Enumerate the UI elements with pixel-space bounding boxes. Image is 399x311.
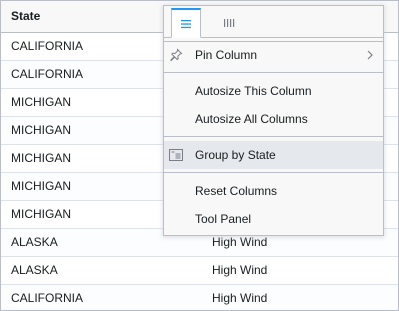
cell-state[interactable]: MICHIGAN	[11, 89, 71, 116]
column-menu-list: Pin Column Autosize This Column Autosize…	[164, 38, 383, 233]
menu-separator	[164, 69, 383, 77]
menu-item-reset-columns[interactable]: Reset Columns	[164, 177, 383, 205]
chevron-right-icon	[367, 50, 373, 60]
menu-item-label: Tool Panel	[195, 212, 252, 226]
cell-state[interactable]: MICHIGAN	[11, 201, 71, 228]
menu-item-tool-panel[interactable]: Tool Panel	[164, 205, 383, 233]
cell-state[interactable]: CALIFORNIA	[11, 61, 83, 88]
menu-item-label: Autosize All Columns	[195, 112, 308, 126]
tab-general-menu[interactable]	[171, 8, 201, 38]
column-header-state[interactable]: State	[1, 1, 40, 32]
menu-separator	[164, 133, 383, 141]
cell-state[interactable]: CALIFORNIA	[11, 33, 83, 60]
cell-event-type[interactable]: High Wind	[212, 257, 267, 284]
menu-icon	[181, 19, 191, 28]
menu-item-label: Reset Columns	[195, 184, 278, 198]
menu-item-autosize-all-columns[interactable]: Autosize All Columns	[164, 105, 383, 133]
menu-item-autosize-this-column[interactable]: Autosize This Column	[164, 77, 383, 105]
menu-item-label: Autosize This Column	[195, 84, 312, 98]
cell-event-type[interactable]: High Wind	[212, 285, 267, 310]
menu-separator	[164, 169, 383, 177]
cell-state[interactable]: MICHIGAN	[11, 173, 71, 200]
menu-item-label: Pin Column	[195, 48, 258, 62]
menu-item-group-by-state[interactable]: Group by State	[164, 141, 383, 169]
cell-state[interactable]: CALIFORNIA	[11, 285, 83, 310]
column-menu: Pin Column Autosize This Column Autosize…	[163, 5, 384, 236]
table-row[interactable]: ALASKA High Wind	[1, 257, 398, 285]
table-row[interactable]: CALIFORNIA High Wind	[1, 285, 398, 310]
menu-item-pin-column[interactable]: Pin Column	[164, 41, 383, 69]
cell-state[interactable]: ALASKA	[11, 257, 58, 284]
tab-columns[interactable]	[214, 8, 244, 38]
menu-item-label: Group by State	[195, 148, 276, 162]
cell-state[interactable]: MICHIGAN	[11, 117, 71, 144]
columns-icon	[224, 19, 235, 27]
group-icon	[169, 149, 183, 161]
cell-state[interactable]: MICHIGAN	[11, 145, 71, 172]
column-menu-tabs	[164, 6, 383, 38]
cell-state[interactable]: ALASKA	[11, 229, 58, 256]
pin-icon	[170, 48, 183, 62]
